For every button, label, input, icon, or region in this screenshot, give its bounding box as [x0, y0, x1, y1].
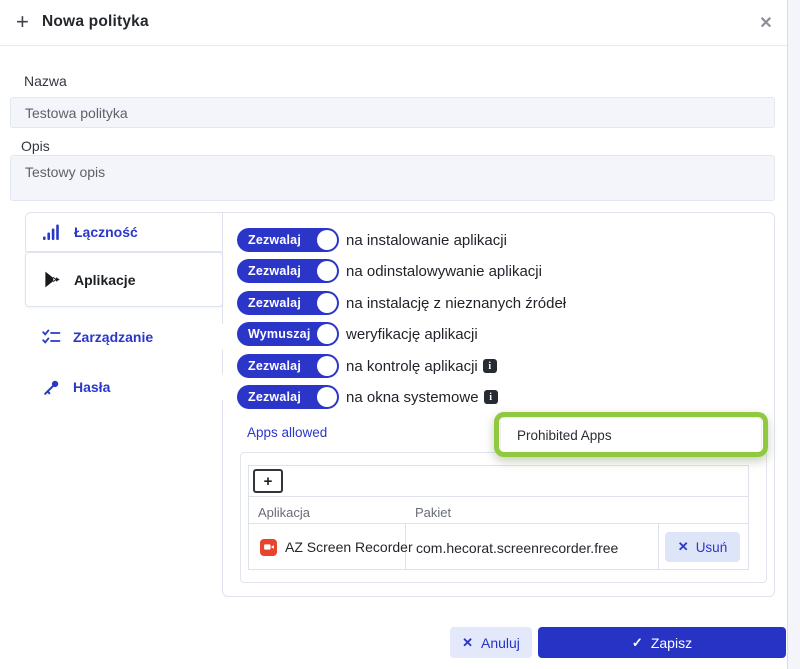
close-icon[interactable]: ✕	[754, 11, 778, 35]
toggle-description: na kontrolę aplikacji	[346, 358, 478, 375]
checklist-icon	[41, 327, 61, 347]
modal-header: + Nowa polityka ✕	[0, 0, 787, 46]
sidebar-item-label: Łączność	[74, 224, 138, 240]
toggle-switch-label: Zezwalaj	[237, 359, 301, 373]
info-icon[interactable]: i	[483, 359, 497, 373]
toggle-row-unknown-sources: Zezwalaj na instalację z nieznanych źród…	[237, 291, 566, 315]
save-button[interactable]: ✓ Zapisz	[538, 627, 786, 658]
save-check-icon: ✓	[632, 635, 643, 651]
delete-x-icon: ✕	[678, 539, 689, 555]
description-label: Opis	[21, 138, 50, 154]
cancel-button[interactable]: ✕ Anuluj	[450, 627, 532, 658]
sidebar-item-lacznosc[interactable]: Łączność	[25, 212, 223, 252]
toggle-description: na odinstalowywanie aplikacji	[346, 263, 542, 280]
tab-apps-allowed[interactable]: Apps allowed	[247, 425, 327, 440]
sidebar-item-aplikacje[interactable]: Aplikacje	[25, 252, 223, 307]
sidebar-item-hasla[interactable]: Hasła	[25, 374, 223, 400]
column-header-pakiet: Pakiet	[415, 505, 451, 520]
add-app-button[interactable]: +	[253, 469, 283, 493]
toggle-knob	[317, 356, 337, 376]
key-icon	[41, 377, 61, 397]
toggle-switch[interactable]: Zezwalaj	[237, 291, 339, 315]
toggle-knob	[317, 324, 337, 344]
toggle-row-system-windows: Zezwalaj na okna systemowe i	[237, 385, 498, 409]
toggle-switch[interactable]: Zezwalaj	[237, 259, 339, 283]
delete-label: Usuń	[696, 540, 728, 555]
modal-title: Nowa polityka	[42, 13, 149, 31]
sidebar-item-label: Aplikacje	[74, 272, 135, 288]
toggle-switch-label: Zezwalaj	[237, 296, 301, 310]
sidebar-item-label: Zarządzanie	[73, 329, 153, 345]
name-input[interactable]	[10, 97, 775, 128]
tab-prohibited-apps[interactable]: Prohibited Apps	[500, 417, 762, 453]
description-input[interactable]: Testowy opis	[10, 155, 775, 201]
toggle-switch[interactable]: Wymuszaj	[237, 322, 339, 346]
info-icon[interactable]: i	[484, 390, 498, 404]
apps-table-toolbar	[248, 465, 749, 497]
sidebar-item-zarzadzanie[interactable]: Zarządzanie	[25, 324, 223, 350]
save-label: Zapisz	[651, 635, 692, 651]
table-row-divider	[248, 523, 749, 524]
toggle-switch[interactable]: Zezwalaj	[237, 385, 339, 409]
modal-edge-gutter	[787, 0, 800, 669]
toggle-description: weryfikację aplikacji	[346, 326, 478, 343]
play-store-icon	[42, 270, 62, 290]
toggle-switch[interactable]: Zezwalaj	[237, 228, 339, 252]
cancel-label: Anuluj	[481, 635, 520, 651]
toggle-switch-label: Zezwalaj	[237, 233, 301, 247]
toggle-knob	[317, 387, 337, 407]
table-row-app-cell: AZ Screen Recorder	[260, 532, 413, 562]
package-name: com.hecorat.screenrecorder.free	[416, 540, 618, 556]
toggle-knob	[317, 261, 337, 281]
toggle-knob	[317, 230, 337, 250]
cancel-x-icon: ✕	[462, 635, 473, 651]
toggle-description: na instalowanie aplikacji	[346, 232, 507, 249]
toggle-knob	[317, 293, 337, 313]
plus-icon: +	[16, 10, 29, 34]
column-header-aplikacja: Aplikacja	[258, 505, 310, 520]
toggle-description: na instalację z nieznanych źródeł	[346, 295, 566, 312]
name-label: Nazwa	[24, 73, 67, 89]
toggle-switch[interactable]: Zezwalaj	[237, 354, 339, 378]
delete-button[interactable]: ✕ Usuń	[665, 532, 740, 562]
table-cell-divider	[658, 524, 659, 570]
toggle-row-install: Zezwalaj na instalowanie aplikacji	[237, 228, 507, 252]
app-name: AZ Screen Recorder	[285, 539, 413, 555]
toggle-row-app-control: Zezwalaj na kontrolę aplikacji i	[237, 354, 497, 378]
toggle-row-verify-apps: Wymuszaj weryfikację aplikacji	[237, 322, 478, 346]
toggle-switch-label: Zezwalaj	[237, 390, 301, 404]
video-recorder-icon	[260, 539, 277, 556]
toggle-switch-label: Zezwalaj	[237, 264, 301, 278]
toggle-switch-label: Wymuszaj	[237, 327, 311, 341]
signal-bars-icon	[42, 222, 62, 242]
toggle-description: na okna systemowe	[346, 389, 479, 406]
sidebar-item-label: Hasła	[73, 379, 110, 395]
toggle-row-uninstall: Zezwalaj na odinstalowywanie aplikacji	[237, 259, 542, 283]
